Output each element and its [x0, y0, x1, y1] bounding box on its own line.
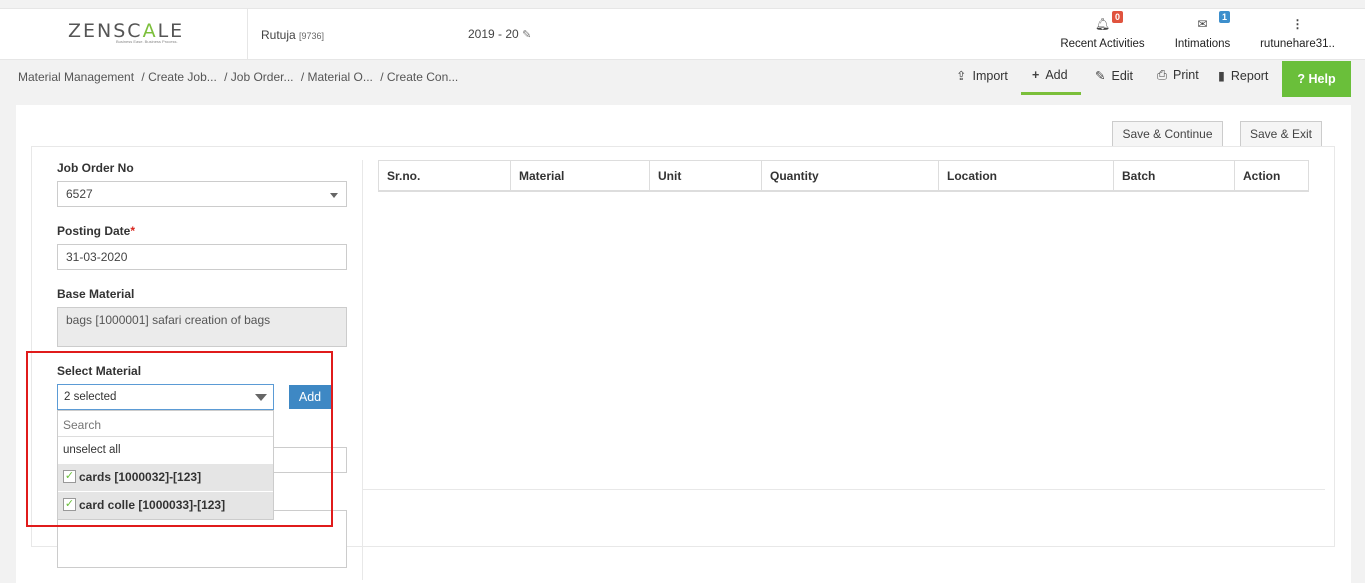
dropdown-search-input[interactable] — [58, 413, 273, 437]
user-menu-label: rutunehare31.. — [1260, 38, 1335, 50]
job-order-value: 6527 — [66, 187, 93, 201]
divider — [362, 160, 363, 580]
intimations-badge: 1 — [1219, 11, 1231, 23]
breadcrumb-item[interactable]: / Job Order... — [224, 70, 293, 84]
intimations-label: Intimations — [1174, 38, 1231, 50]
checkbox-checked-icon[interactable]: ✓ — [63, 498, 76, 512]
printer-icon: ⎙ — [1157, 68, 1168, 82]
select-material-value: 2 selected — [64, 391, 117, 403]
company-user: Rutuja [9736] — [261, 28, 325, 42]
question-circle-icon: ? — [1297, 72, 1306, 86]
add-button[interactable]: + Add — [1032, 68, 1068, 82]
logo-area[interactable]: ZENSCALE Business Ease. Business Process… — [0, 9, 248, 60]
active-tab-indicator — [1021, 92, 1081, 95]
option-label: card colle [1000033]-[123] — [79, 498, 226, 512]
job-order-label: Job Order No — [57, 161, 134, 175]
recent-activities-button[interactable]: 🔔︎ 0 Recent Activities — [1055, 9, 1150, 60]
column-header: Sr.no. — [379, 161, 511, 191]
edit-button[interactable]: ✎ Edit — [1095, 68, 1133, 83]
breadcrumb: Material Management / Create Job... / Jo… — [18, 70, 462, 84]
edit-icon[interactable]: ✎ — [522, 29, 531, 41]
breadcrumb-item[interactable]: Material Management — [18, 70, 134, 84]
upload-icon: ⇪ — [956, 69, 967, 83]
column-header: Action — [1243, 169, 1281, 183]
file-icon: ▮ — [1218, 69, 1225, 83]
save-exit-button[interactable]: Save & Exit — [1240, 121, 1322, 147]
divider — [363, 489, 1325, 490]
dropdown-option[interactable]: ✓ card colle [1000033]-[123] — [58, 492, 273, 519]
material-dropdown-menu: unselect all ✓cards [1000032]-[123] ✓car… — [57, 410, 274, 520]
column-header: Material — [511, 161, 650, 191]
caret-down-icon — [255, 394, 267, 401]
column-header: Batch — [1114, 161, 1235, 191]
breadcrumb-item[interactable]: / Create Con... — [380, 70, 458, 84]
materials-table-header: Sr.no. Material Unit Quantity Location B… — [378, 160, 1309, 192]
posting-date-input[interactable]: 31-03-2020 — [57, 244, 347, 270]
job-order-select[interactable]: 6527 — [57, 181, 347, 207]
base-material-field: bags [1000001] safari creation of bags — [57, 307, 347, 347]
column-header: Unit — [650, 161, 762, 191]
envelope-icon: ✉ — [1197, 17, 1208, 31]
base-material-label: Base Material — [57, 287, 135, 301]
select-material-dropdown[interactable]: 2 selected — [57, 384, 274, 410]
save-continue-button[interactable]: Save & Continue — [1112, 121, 1223, 147]
breadcrumb-item[interactable]: / Create Job... — [141, 70, 216, 84]
recent-activities-label: Recent Activities — [1060, 38, 1145, 50]
import-button[interactable]: ⇪ Import — [956, 68, 1008, 83]
edit-icon: ✎ — [1095, 69, 1106, 83]
column-header: Location — [939, 161, 1114, 191]
chevron-down-icon — [330, 193, 338, 198]
bell-icon: 🔔︎ — [1094, 17, 1111, 31]
option-label: cards [1000032]-[123] — [79, 470, 202, 484]
select-material-label: Select Material — [57, 364, 142, 378]
intimations-button[interactable]: ✉ 1 Intimations — [1165, 9, 1240, 60]
breadcrumb-item[interactable]: / Material O... — [301, 70, 373, 84]
report-button[interactable]: ▮ Report — [1218, 68, 1268, 83]
logo-tagline: Business Ease. Business Process. — [116, 39, 178, 44]
top-header: ZENSCALE Business Ease. Business Process… — [0, 8, 1365, 60]
column-header: Quantity — [762, 161, 939, 191]
add-material-button[interactable]: Add — [289, 385, 331, 409]
print-button[interactable]: ⎙ Print — [1157, 68, 1199, 83]
unselect-all-link[interactable]: unselect all — [63, 444, 121, 456]
recent-activities-badge: 0 — [1112, 11, 1124, 23]
required-marker: * — [130, 224, 136, 238]
posting-date-label: Posting Date* — [57, 224, 136, 238]
user-menu-button[interactable]: ⋮ rutunehare31.. — [1255, 9, 1340, 60]
dropdown-option[interactable]: ✓ cards [1000032]-[123] — [58, 464, 273, 491]
checkbox-checked-icon[interactable]: ✓ — [63, 470, 76, 484]
help-button[interactable]: ? Help — [1282, 61, 1351, 97]
plus-icon: + — [1032, 68, 1040, 82]
fiscal-year[interactable]: 2019 - 20 ✎ — [468, 27, 531, 41]
more-vertical-icon: ⋮ — [1291, 17, 1304, 31]
